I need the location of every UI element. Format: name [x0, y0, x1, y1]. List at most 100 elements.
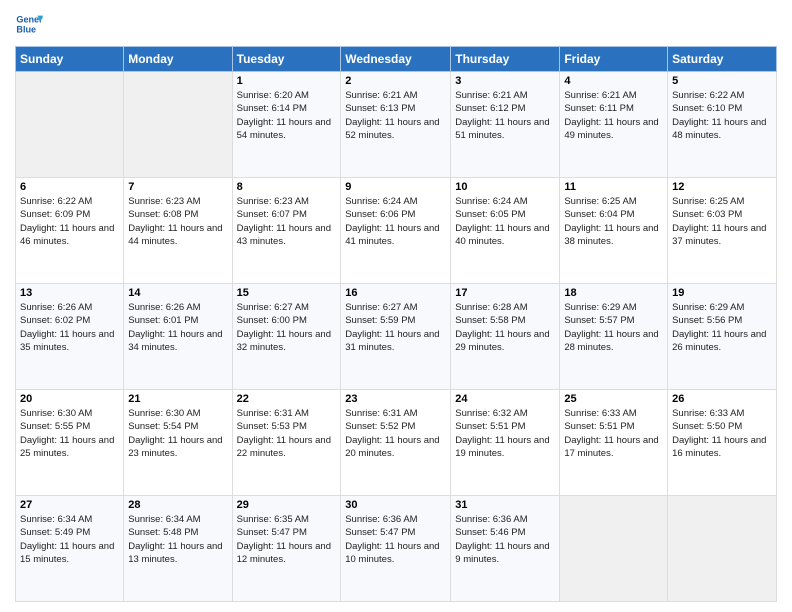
day-info: Sunrise: 6:22 AM Sunset: 6:10 PM Dayligh… [672, 89, 772, 142]
day-number: 11 [564, 181, 663, 193]
day-header-thursday: Thursday [451, 47, 560, 72]
page: General Blue SundayMondayTuesdayWednesda… [0, 0, 792, 612]
day-number: 17 [455, 287, 555, 299]
calendar-cell: 3 Sunrise: 6:21 AM Sunset: 6:12 PM Daylig… [451, 72, 560, 178]
day-number: 2 [345, 75, 446, 87]
week-row-1: 1 Sunrise: 6:20 AM Sunset: 6:14 PM Daylig… [16, 72, 777, 178]
calendar-cell: 14Sunrise: 6:26 AM Sunset: 6:01 PM Dayli… [124, 284, 232, 390]
calendar-cell: 21 Sunrise: 6:30 AM Sunset: 5:54 PM Dayli… [124, 390, 232, 496]
day-number: 20 [20, 393, 119, 405]
day-number: 21 [128, 393, 227, 405]
day-info: Sunrise: 6:25 AM Sunset: 6:04 PM Dayligh… [564, 195, 663, 248]
calendar-cell: 25Sunrise: 6:33 AM Sunset: 5:51 PM Dayli… [560, 390, 668, 496]
day-number: 6 [20, 181, 119, 193]
day-info: Sunrise: 6:24 AM Sunset: 6:06 PM Dayligh… [345, 195, 446, 248]
day-info: Sunrise: 6:29 AM Sunset: 5:57 PM Dayligh… [564, 301, 663, 354]
day-info: Sunrise: 6:30 AM Sunset: 5:55 PM Dayligh… [20, 407, 119, 460]
calendar-cell: 19 Sunrise: 6:29 AM Sunset: 5:56 PM Dayli… [668, 284, 777, 390]
week-row-3: 13Sunrise: 6:26 AM Sunset: 6:02 PM Dayli… [16, 284, 777, 390]
day-info: Sunrise: 6:20 AM Sunset: 6:14 PM Dayligh… [237, 89, 337, 142]
calendar-cell: 26Sunrise: 6:33 AM Sunset: 5:50 PM Dayli… [668, 390, 777, 496]
day-header-monday: Monday [124, 47, 232, 72]
calendar-cell: 31 Sunrise: 6:36 AM Sunset: 5:46 PM Dayli… [451, 496, 560, 602]
day-number: 28 [128, 499, 227, 511]
week-row-5: 27Sunrise: 6:34 AM Sunset: 5:49 PM Dayli… [16, 496, 777, 602]
calendar-table: SundayMondayTuesdayWednesdayThursdayFrid… [15, 46, 777, 602]
day-info: Sunrise: 6:34 AM Sunset: 5:49 PM Dayligh… [20, 513, 119, 566]
calendar-cell: 16 Sunrise: 6:27 AM Sunset: 5:59 PM Dayli… [341, 284, 451, 390]
calendar-cell: 12 Sunrise: 6:25 AM Sunset: 6:03 PM Dayli… [668, 178, 777, 284]
day-header-tuesday: Tuesday [232, 47, 341, 72]
calendar-cell: 20 Sunrise: 6:30 AM Sunset: 5:55 PM Dayli… [16, 390, 124, 496]
day-info: Sunrise: 6:27 AM Sunset: 6:00 PM Dayligh… [237, 301, 337, 354]
day-info: Sunrise: 6:27 AM Sunset: 5:59 PM Dayligh… [345, 301, 446, 354]
day-info: Sunrise: 6:21 AM Sunset: 6:13 PM Dayligh… [345, 89, 446, 142]
day-header-wednesday: Wednesday [341, 47, 451, 72]
calendar-cell: 28 Sunrise: 6:34 AM Sunset: 5:48 PM Dayli… [124, 496, 232, 602]
svg-text:Blue: Blue [16, 24, 36, 34]
calendar-cell: 6 Sunrise: 6:22 AM Sunset: 6:09 PM Daylig… [16, 178, 124, 284]
day-info: Sunrise: 6:26 AM Sunset: 6:02 PM Dayligh… [20, 301, 119, 354]
calendar-cell: 2 Sunrise: 6:21 AM Sunset: 6:13 PM Daylig… [341, 72, 451, 178]
day-info: Sunrise: 6:21 AM Sunset: 6:12 PM Dayligh… [455, 89, 555, 142]
day-info: Sunrise: 6:23 AM Sunset: 6:07 PM Dayligh… [237, 195, 337, 248]
day-info: Sunrise: 6:25 AM Sunset: 6:03 PM Dayligh… [672, 195, 772, 248]
calendar-cell [668, 496, 777, 602]
day-number: 19 [672, 287, 772, 299]
day-info: Sunrise: 6:33 AM Sunset: 5:50 PM Dayligh… [672, 407, 772, 460]
calendar-cell: 23 Sunrise: 6:31 AM Sunset: 5:52 PM Dayli… [341, 390, 451, 496]
day-info: Sunrise: 6:21 AM Sunset: 6:11 PM Dayligh… [564, 89, 663, 142]
header: General Blue [15, 10, 777, 38]
logo-icon: General Blue [15, 10, 43, 38]
calendar-cell: 1 Sunrise: 6:20 AM Sunset: 6:14 PM Daylig… [232, 72, 341, 178]
calendar-cell: 13Sunrise: 6:26 AM Sunset: 6:02 PM Dayli… [16, 284, 124, 390]
calendar-cell [16, 72, 124, 178]
day-info: Sunrise: 6:22 AM Sunset: 6:09 PM Dayligh… [20, 195, 119, 248]
day-info: Sunrise: 6:35 AM Sunset: 5:47 PM Dayligh… [237, 513, 337, 566]
day-number: 1 [237, 75, 337, 87]
day-info: Sunrise: 6:30 AM Sunset: 5:54 PM Dayligh… [128, 407, 227, 460]
calendar-cell: 7Sunrise: 6:23 AM Sunset: 6:08 PM Daylig… [124, 178, 232, 284]
day-info: Sunrise: 6:29 AM Sunset: 5:56 PM Dayligh… [672, 301, 772, 354]
day-info: Sunrise: 6:31 AM Sunset: 5:53 PM Dayligh… [237, 407, 337, 460]
day-number: 9 [345, 181, 446, 193]
calendar-cell: 30 Sunrise: 6:36 AM Sunset: 5:47 PM Dayli… [341, 496, 451, 602]
day-number: 18 [564, 287, 663, 299]
day-number: 4 [564, 75, 663, 87]
day-header-friday: Friday [560, 47, 668, 72]
day-number: 10 [455, 181, 555, 193]
calendar-cell: 9 Sunrise: 6:24 AM Sunset: 6:06 PM Daylig… [341, 178, 451, 284]
calendar-cell: 18 Sunrise: 6:29 AM Sunset: 5:57 PM Dayli… [560, 284, 668, 390]
calendar-cell: 17 Sunrise: 6:28 AM Sunset: 5:58 PM Dayli… [451, 284, 560, 390]
calendar-cell: 22Sunrise: 6:31 AM Sunset: 5:53 PM Dayli… [232, 390, 341, 496]
day-number: 8 [237, 181, 337, 193]
week-row-4: 20 Sunrise: 6:30 AM Sunset: 5:55 PM Dayli… [16, 390, 777, 496]
day-number: 5 [672, 75, 772, 87]
calendar-cell: 27Sunrise: 6:34 AM Sunset: 5:49 PM Dayli… [16, 496, 124, 602]
calendar-cell: 5 Sunrise: 6:22 AM Sunset: 6:10 PM Daylig… [668, 72, 777, 178]
day-info: Sunrise: 6:36 AM Sunset: 5:47 PM Dayligh… [345, 513, 446, 566]
day-info: Sunrise: 6:31 AM Sunset: 5:52 PM Dayligh… [345, 407, 446, 460]
day-number: 15 [237, 287, 337, 299]
day-number: 31 [455, 499, 555, 511]
day-info: Sunrise: 6:32 AM Sunset: 5:51 PM Dayligh… [455, 407, 555, 460]
calendar-cell: 4 Sunrise: 6:21 AM Sunset: 6:11 PM Daylig… [560, 72, 668, 178]
day-info: Sunrise: 6:36 AM Sunset: 5:46 PM Dayligh… [455, 513, 555, 566]
day-info: Sunrise: 6:26 AM Sunset: 6:01 PM Dayligh… [128, 301, 227, 354]
day-number: 30 [345, 499, 446, 511]
day-number: 24 [455, 393, 555, 405]
day-info: Sunrise: 6:34 AM Sunset: 5:48 PM Dayligh… [128, 513, 227, 566]
day-info: Sunrise: 6:28 AM Sunset: 5:58 PM Dayligh… [455, 301, 555, 354]
calendar-cell [124, 72, 232, 178]
day-number: 3 [455, 75, 555, 87]
calendar-cell: 11 Sunrise: 6:25 AM Sunset: 6:04 PM Dayli… [560, 178, 668, 284]
day-info: Sunrise: 6:33 AM Sunset: 5:51 PM Dayligh… [564, 407, 663, 460]
calendar-cell: 8 Sunrise: 6:23 AM Sunset: 6:07 PM Daylig… [232, 178, 341, 284]
day-number: 23 [345, 393, 446, 405]
day-number: 16 [345, 287, 446, 299]
day-number: 29 [237, 499, 337, 511]
calendar-header-row: SundayMondayTuesdayWednesdayThursdayFrid… [16, 47, 777, 72]
day-header-saturday: Saturday [668, 47, 777, 72]
calendar-cell [560, 496, 668, 602]
day-number: 12 [672, 181, 772, 193]
